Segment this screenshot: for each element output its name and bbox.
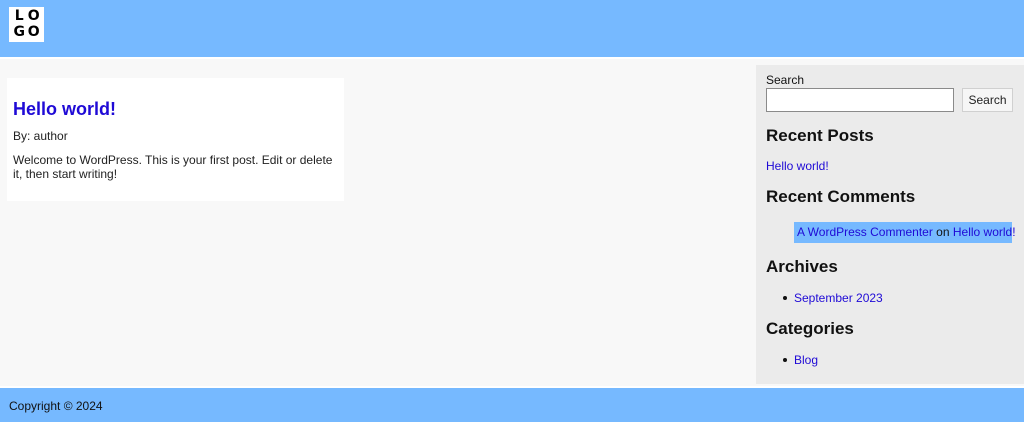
archive-link[interactable]: September 2023	[794, 291, 883, 305]
recent-comments-title: Recent Comments	[766, 187, 916, 206]
comment-author-link[interactable]: A WordPress Commenter	[797, 225, 933, 239]
search-button[interactable]: Search	[962, 88, 1013, 112]
site-logo[interactable]: L O G O	[9, 7, 44, 42]
categories-list: Blog	[766, 353, 1014, 367]
recent-comment-item: A WordPress Commenter on Hello world!	[794, 222, 1016, 243]
category-link[interactable]: Blog	[794, 353, 818, 367]
recent-post-link[interactable]: Hello world!	[766, 159, 1014, 173]
search-input[interactable]	[766, 88, 954, 112]
logo-letter: O	[27, 23, 40, 40]
main-content: Hello world! By: author Welcome to WordP…	[0, 59, 1024, 386]
sidebar: Search Search Recent Posts Hello world! …	[756, 65, 1024, 384]
comment-post-link[interactable]: Hello world!	[953, 225, 1016, 239]
post-card: Hello world! By: author Welcome to WordP…	[7, 78, 344, 201]
logo-letter: G	[13, 23, 26, 40]
copyright-text: Copyright © 2024	[9, 399, 103, 413]
search-form: Search	[766, 88, 1014, 112]
site-header: L O G O	[0, 0, 1024, 57]
post-author: By: author	[13, 129, 68, 143]
archives-title: Archives	[766, 257, 838, 276]
comment-connector: on	[936, 225, 950, 239]
post-title-link[interactable]: Hello world!	[13, 98, 338, 120]
logo-letter: O	[27, 8, 40, 24]
list-item: September 2023	[783, 291, 1014, 305]
search-label: Search	[766, 73, 805, 87]
recent-posts-title: Recent Posts	[766, 126, 874, 145]
logo-letter: L	[14, 8, 24, 24]
categories-title: Categories	[766, 319, 854, 338]
post-excerpt: Welcome to WordPress. This is your first…	[13, 153, 333, 181]
list-item: Blog	[783, 353, 1014, 367]
archives-list: September 2023	[766, 291, 1014, 305]
site-footer: Copyright © 2024	[0, 388, 1024, 422]
